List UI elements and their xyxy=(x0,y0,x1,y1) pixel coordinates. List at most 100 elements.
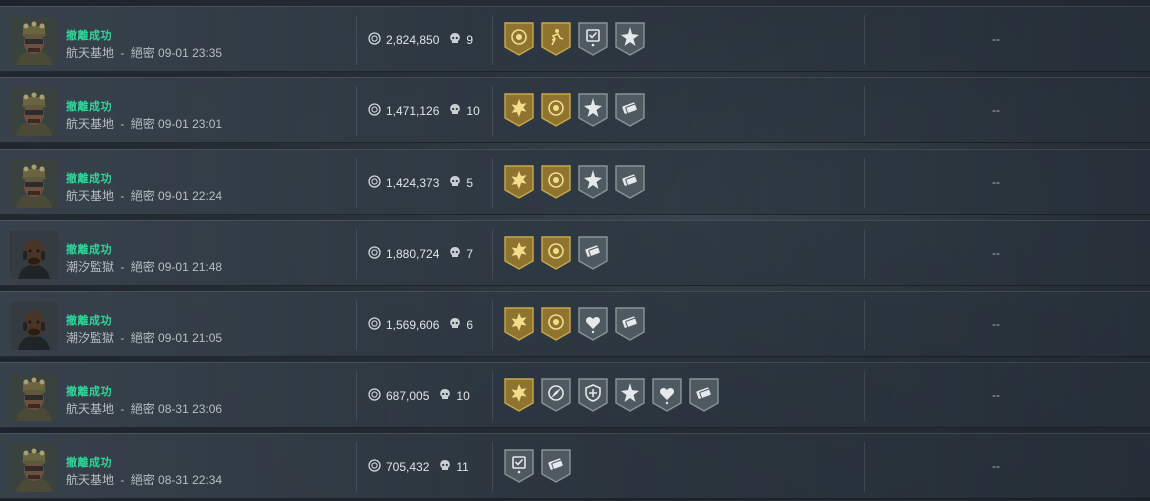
match-time: 09-01 21:48 xyxy=(158,260,223,274)
achievement-badges xyxy=(503,235,614,276)
badge-silver-cash-icon[interactable] xyxy=(614,164,651,205)
operator-avatar xyxy=(10,160,58,208)
extraction-status: 撤離成功 xyxy=(66,457,112,469)
map-name: 航天基地 xyxy=(66,402,115,416)
column-divider xyxy=(864,229,865,279)
column-divider xyxy=(492,15,493,65)
badge-gold-target-icon[interactable] xyxy=(540,235,577,276)
map-name: 航天基地 xyxy=(66,117,115,131)
badge-gold-target-icon[interactable] xyxy=(540,164,577,205)
extraction-status: 撤離成功 xyxy=(66,30,112,42)
skull-icon xyxy=(449,317,466,333)
match-time: 08-31 22:34 xyxy=(158,473,223,487)
badge-silver-check-icon[interactable] xyxy=(577,21,614,62)
difficulty-label: 絕密 xyxy=(130,331,155,345)
operator-avatar xyxy=(10,444,58,492)
difficulty-label: 絕密 xyxy=(130,117,155,131)
badge-silver-star-icon[interactable] xyxy=(614,21,651,62)
badge-silver-check-icon[interactable] xyxy=(503,448,540,489)
column-divider xyxy=(356,158,357,208)
badge-gold-burst-icon[interactable] xyxy=(503,377,540,418)
badge-silver-heart-icon[interactable] xyxy=(651,377,688,418)
badge-silver-cash-icon[interactable] xyxy=(540,448,577,489)
kill-count-text: 5 xyxy=(466,176,474,190)
extra-value: -- xyxy=(992,175,1000,189)
badge-silver-shield-icon[interactable] xyxy=(577,377,614,418)
match-record-row[interactable]: 撤離成功 航天基地 - 絕密 09-01 22:24 1,424,373 5 -- xyxy=(0,149,1150,215)
loot-value-text: 1,880,724 xyxy=(386,247,440,261)
match-time: 09-01 23:35 xyxy=(158,46,223,60)
badge-gold-target-icon[interactable] xyxy=(503,21,540,62)
operator-avatar xyxy=(10,17,58,65)
achievement-badges xyxy=(503,92,651,133)
column-divider xyxy=(356,86,357,136)
match-info: 航天基地 - 絕密 09-01 23:01 xyxy=(66,115,222,132)
loot-value: 705,432 11 xyxy=(368,459,469,475)
badge-silver-star-icon[interactable] xyxy=(614,377,651,418)
match-record-row[interactable]: 撤離成功 航天基地 - 絕密 09-01 23:35 2,824,850 9 -- xyxy=(0,6,1150,72)
badge-silver-compass-icon[interactable] xyxy=(540,377,577,418)
kill-count-text: 10 xyxy=(456,389,470,403)
column-divider xyxy=(356,15,357,65)
match-record-row[interactable]: 撤離成功 航天基地 - 絕密 08-31 22:34 705,432 11 -- xyxy=(0,433,1150,499)
achievement-badges xyxy=(503,377,725,418)
skull-icon xyxy=(449,246,466,262)
skull-icon xyxy=(449,32,466,48)
badge-gold-runner-icon[interactable] xyxy=(540,21,577,62)
separator: - xyxy=(117,473,128,487)
match-record-row[interactable]: 撤離成功 潮汐監獄 - 絕密 09-01 21:05 1,569,606 6 -- xyxy=(0,291,1150,357)
column-divider xyxy=(864,371,865,421)
match-record-row[interactable]: 撤離成功 航天基地 - 絕密 09-01 23:01 1,471,126 10 -- xyxy=(0,77,1150,143)
kill-count-text: 9 xyxy=(466,33,474,47)
badge-silver-cash-icon[interactable] xyxy=(614,92,651,133)
match-time: 09-01 22:24 xyxy=(158,189,223,203)
column-divider xyxy=(492,158,493,208)
achievement-badges xyxy=(503,164,651,205)
operator-avatar xyxy=(10,373,58,421)
skull-icon xyxy=(449,175,466,191)
map-name: 航天基地 xyxy=(66,189,115,203)
operator-avatar xyxy=(10,302,58,350)
map-name: 潮汐監獄 xyxy=(66,260,115,274)
achievement-badges xyxy=(503,306,651,347)
separator: - xyxy=(117,117,128,131)
column-divider xyxy=(356,371,357,421)
match-record-row[interactable]: 撤離成功 航天基地 - 絕密 08-31 23:06 687,005 10 -- xyxy=(0,362,1150,428)
badge-silver-cash-icon[interactable] xyxy=(688,377,725,418)
kill-count: 6 xyxy=(449,317,473,333)
badge-gold-burst-icon[interactable] xyxy=(503,306,540,347)
separator: - xyxy=(117,331,128,345)
badge-silver-cash-icon[interactable] xyxy=(614,306,651,347)
operator-avatar xyxy=(10,231,58,279)
badge-gold-burst-icon[interactable] xyxy=(503,92,540,133)
loot-value: 1,569,606 6 xyxy=(368,317,473,333)
badge-silver-star-icon[interactable] xyxy=(577,92,614,133)
kill-count: 10 xyxy=(439,388,470,404)
column-divider xyxy=(864,158,865,208)
loot-value-text: 1,569,606 xyxy=(386,318,440,332)
separator: - xyxy=(117,46,128,60)
kill-count-text: 10 xyxy=(466,104,480,118)
badge-gold-burst-icon[interactable] xyxy=(503,164,540,205)
badge-gold-target-icon[interactable] xyxy=(540,92,577,133)
badge-silver-star-icon[interactable] xyxy=(577,164,614,205)
column-divider xyxy=(356,442,357,492)
difficulty-label: 絕密 xyxy=(130,189,155,203)
operator-avatar xyxy=(10,88,58,136)
extra-value: -- xyxy=(992,32,1000,46)
match-time: 09-01 21:05 xyxy=(158,331,223,345)
map-name: 航天基地 xyxy=(66,46,115,60)
coin-icon xyxy=(368,317,386,333)
loot-value: 1,424,373 5 xyxy=(368,175,473,191)
column-divider xyxy=(492,300,493,350)
achievement-badges xyxy=(503,21,651,62)
separator: - xyxy=(117,260,128,274)
badge-silver-heart-icon[interactable] xyxy=(577,306,614,347)
badge-silver-cash-icon[interactable] xyxy=(577,235,614,276)
kill-count: 10 xyxy=(449,103,480,119)
loot-value-text: 2,824,850 xyxy=(386,33,440,47)
badge-gold-target-icon[interactable] xyxy=(540,306,577,347)
match-record-row[interactable]: 撤離成功 潮汐監獄 - 絕密 09-01 21:48 1,880,724 7 -- xyxy=(0,220,1150,286)
difficulty-label: 絕密 xyxy=(130,402,155,416)
badge-gold-burst-icon[interactable] xyxy=(503,235,540,276)
